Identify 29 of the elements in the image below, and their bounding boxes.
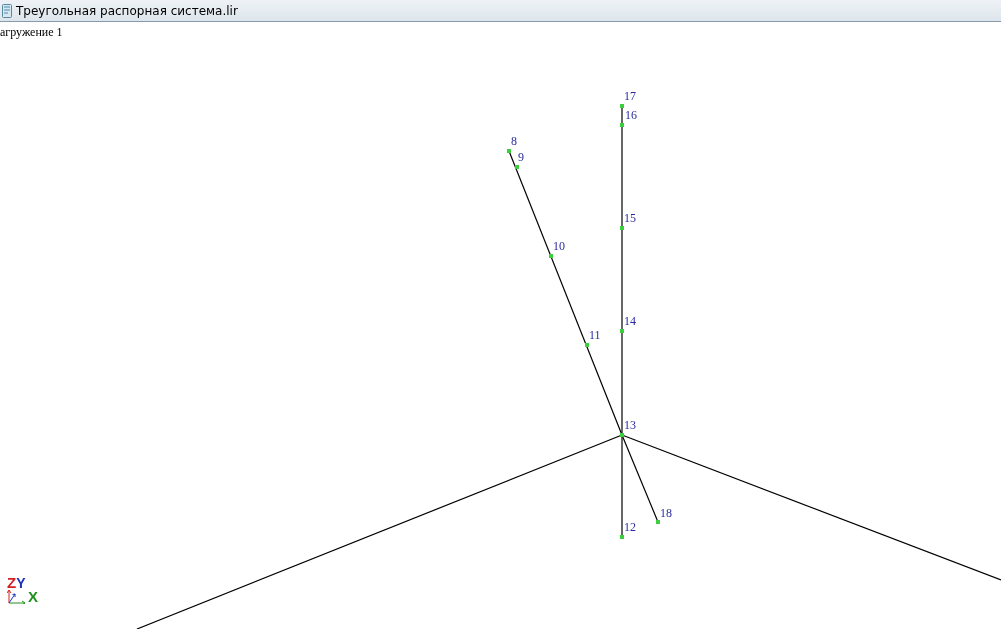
node-point [507, 149, 511, 153]
node-point [620, 104, 624, 108]
axis-label: Y [16, 576, 26, 590]
load-case-label: агружение 1 [0, 25, 63, 40]
node-label: 17 [624, 89, 636, 103]
node-label: 13 [624, 418, 636, 432]
node-point [620, 123, 624, 127]
node-point [656, 520, 660, 524]
node-label: 11 [589, 328, 601, 342]
node-point [549, 254, 553, 258]
axis-label: Z [7, 576, 17, 590]
node-point [515, 165, 519, 169]
node-point [620, 535, 624, 539]
document-icon [2, 3, 12, 18]
node-point [620, 433, 624, 437]
node-label: 16 [625, 108, 637, 122]
axis-label: X [28, 590, 38, 604]
node-label: 9 [518, 150, 524, 164]
node-label: 18 [660, 506, 672, 520]
node-label: 12 [624, 520, 636, 534]
node-label: 10 [553, 239, 565, 253]
node-label: 15 [624, 211, 636, 225]
node-point [620, 329, 624, 333]
node-label: 14 [624, 314, 636, 328]
window-title: Треугольная распорная система.lir [16, 3, 238, 18]
node-point [585, 343, 589, 347]
axis-arrows-icon [7, 588, 27, 604]
node-point [620, 226, 624, 230]
node-label: 8 [511, 134, 517, 148]
